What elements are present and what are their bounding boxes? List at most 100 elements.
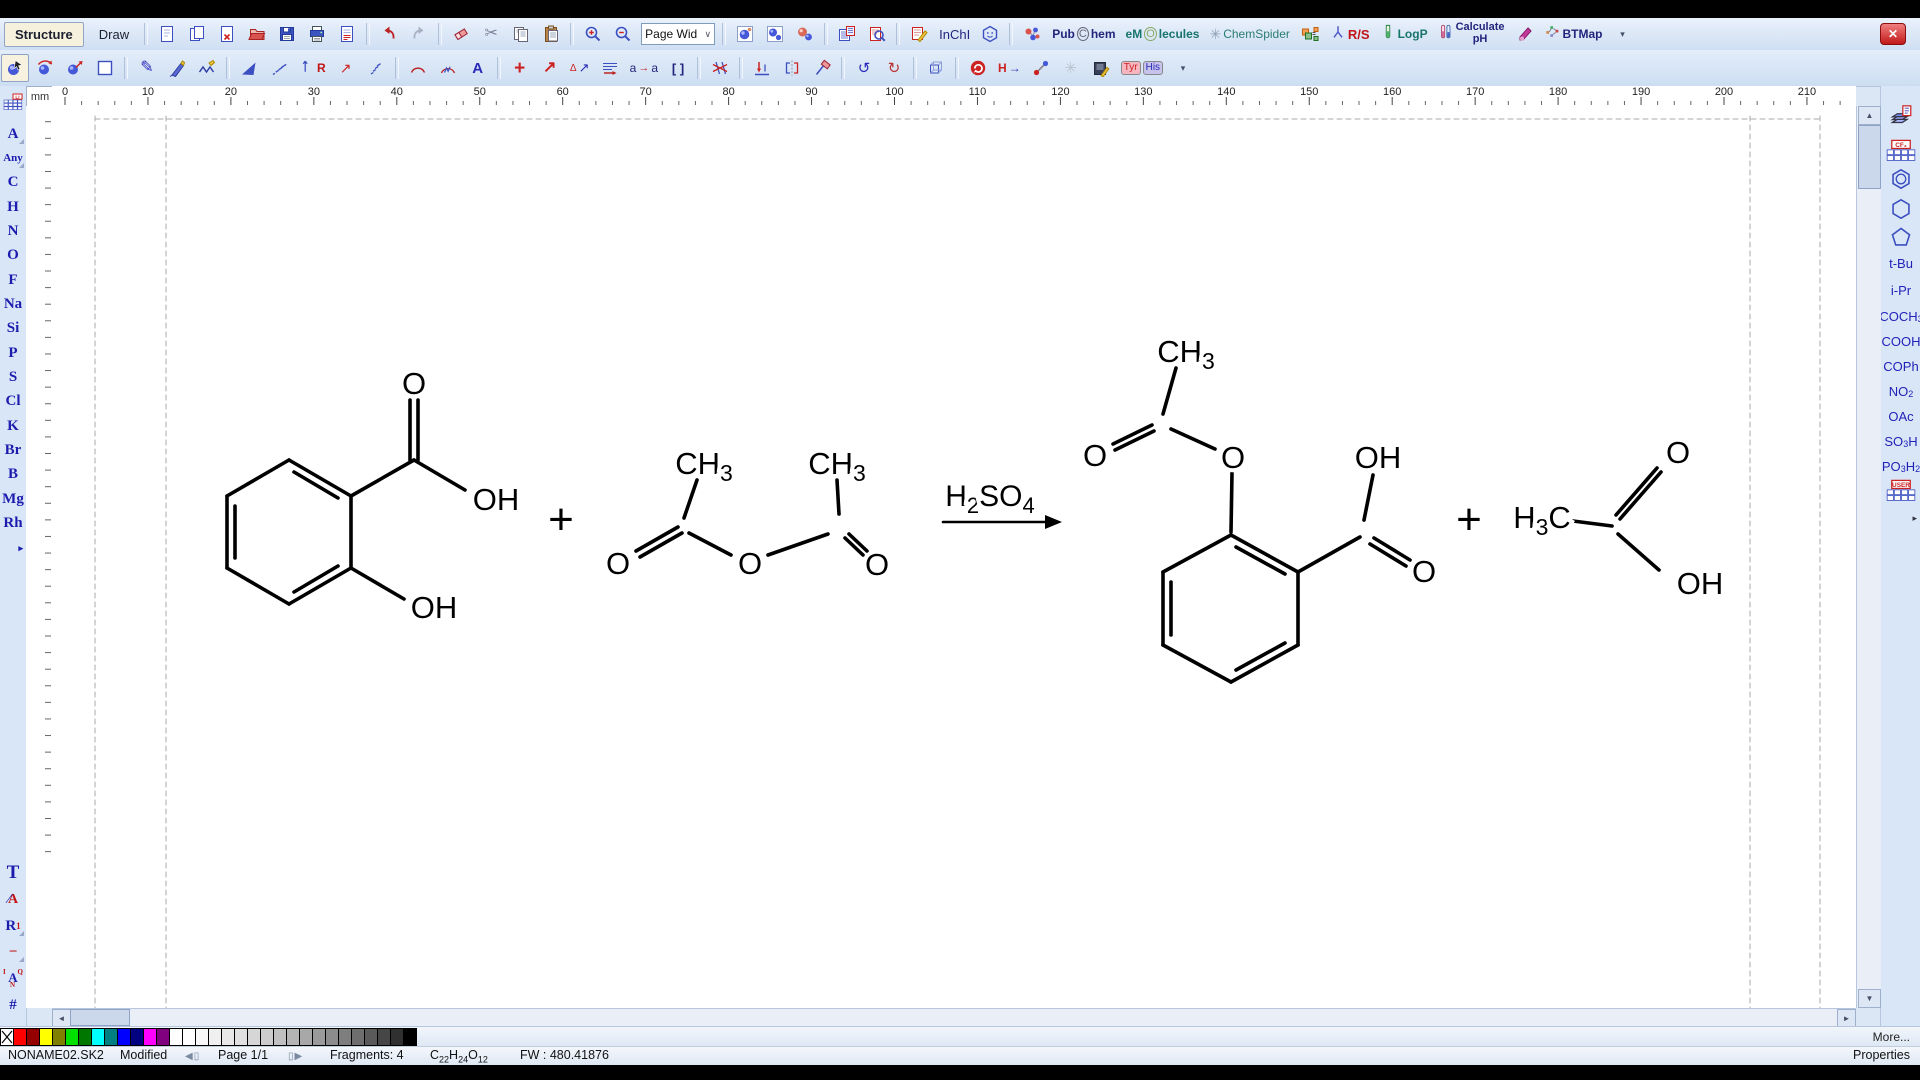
btmap-button[interactable]: BTMap [1541, 20, 1607, 48]
draw-chain-tool[interactable] [193, 54, 221, 82]
color-swatch-23[interactable] [313, 1028, 326, 1046]
tab-draw[interactable]: Draw [88, 22, 140, 47]
numbering-tool[interactable]: # [0, 993, 26, 1017]
color-swatch-21[interactable] [287, 1028, 300, 1046]
color-swatch-17[interactable] [235, 1028, 248, 1046]
color-swatch-26[interactable] [352, 1028, 365, 1046]
color-swatch-22[interactable] [300, 1028, 313, 1046]
arc-direction-tool[interactable] [434, 54, 462, 82]
color-swatch-20[interactable] [274, 1028, 287, 1046]
group-po3h2-button[interactable]: PO 3 H 2 [1881, 453, 1920, 479]
text-tool[interactable]: T [0, 861, 26, 885]
erase-button[interactable] [447, 20, 475, 48]
molecule-salicylic-acid[interactable]: O OH OH [225, 362, 523, 629]
reaction-scheme-tool[interactable] [596, 54, 624, 82]
search-3d-button[interactable] [1018, 20, 1046, 48]
element-button-n[interactable]: N [0, 219, 26, 243]
bond-eraser-tool[interactable] [808, 54, 836, 82]
color-swatch-10[interactable] [144, 1028, 157, 1046]
vertical-scroll-thumb[interactable] [1858, 125, 1881, 189]
generate-inchi-button[interactable]: InChI [935, 20, 974, 48]
element-button-o[interactable]: O [0, 244, 26, 268]
view-cube-tool[interactable] [922, 54, 950, 82]
undefined-bond-tool[interactable] [362, 54, 390, 82]
group-coph-button[interactable]: COPh [1881, 353, 1920, 379]
undo-button[interactable] [375, 20, 403, 48]
group-ipr-button[interactable]: i-Pr [1881, 277, 1920, 303]
color-swatch-11[interactable] [157, 1028, 170, 1046]
pubchem-button[interactable]: Pub Chem [1048, 20, 1119, 48]
map-atoms-tool[interactable]: a → a [626, 54, 662, 82]
wedge-bond-tool[interactable] [235, 54, 263, 82]
rotate-tool[interactable]: ↺ [850, 54, 878, 82]
element-button-h[interactable]: H [0, 195, 26, 219]
radicals-table-button[interactable] [1881, 102, 1920, 128]
element-button-a[interactable]: A [0, 122, 26, 146]
atom-query-tool[interactable]: AIQN [0, 966, 26, 990]
new-window-button[interactable] [183, 20, 211, 48]
color-swatch-29[interactable] [391, 1028, 404, 1046]
group-coch3-button[interactable]: COCH3 [1879, 303, 1920, 329]
properties-button[interactable]: Properties [1853, 1048, 1910, 1062]
save-button[interactable] [273, 20, 301, 48]
color-swatch-30[interactable] [404, 1028, 417, 1046]
reaction-arrow[interactable]: H2SO4 [941, 476, 1062, 529]
toolbar-options-button[interactable]: ▾ [1169, 54, 1197, 82]
delete-bonds-tool[interactable] [706, 54, 734, 82]
next-page-button[interactable]: ▯▶ [288, 1048, 303, 1062]
new-document-button[interactable] [153, 20, 181, 48]
element-button-p[interactable]: P [0, 341, 26, 365]
stereo-rs-button[interactable]: R/S [1326, 20, 1374, 48]
element-button-cl[interactable]: Cl [0, 390, 26, 414]
color-swatch-28[interactable] [378, 1028, 391, 1046]
smiles-button[interactable] [976, 20, 1004, 48]
color-swatch-13[interactable] [183, 1028, 196, 1046]
element-button-br[interactable]: Br [0, 439, 26, 463]
panel-expander[interactable]: ▸ [1881, 505, 1920, 531]
color-swatch-19[interactable] [261, 1028, 274, 1046]
color-swatch-2[interactable] [40, 1028, 53, 1046]
element-button-b[interactable]: B [0, 463, 26, 487]
color-swatch-9[interactable] [131, 1028, 144, 1046]
generate-name-button[interactable] [905, 20, 933, 48]
group-oac-button[interactable]: OAc [1881, 403, 1920, 429]
reaction-arrow-tool[interactable]: ↗ [536, 54, 564, 82]
element-button-rh[interactable]: Rh [0, 512, 26, 536]
brackets-tool[interactable]: [ ] [664, 54, 692, 82]
horizontal-scrollbar[interactable]: ◄ ► [52, 1008, 1856, 1027]
color-swatch-3[interactable] [53, 1028, 66, 1046]
tab-structure[interactable]: Structure [4, 21, 84, 47]
print-button[interactable] [303, 20, 331, 48]
flip-tool[interactable] [778, 54, 806, 82]
vertical-scrollbar[interactable]: ▲ ▼ [1856, 106, 1881, 1008]
toolbar-options-button[interactable]: ▾ [1609, 20, 1637, 48]
view-3d-button[interactable] [731, 20, 759, 48]
color-swatch-14[interactable] [196, 1028, 209, 1046]
zoom-out-button[interactable] [609, 20, 637, 48]
group-no2-button[interactable]: NO 2 [1881, 378, 1920, 404]
color-swatch-0[interactable] [14, 1028, 27, 1046]
cyclohexane-template-button[interactable] [1881, 196, 1920, 222]
molecule-acetic-acid[interactable]: H3C O OH [1509, 431, 1727, 605]
clean-structure-button[interactable] [964, 54, 992, 82]
add-hydrogens-button[interactable]: H → [994, 54, 1025, 82]
draw-continuous-tool[interactable] [163, 54, 191, 82]
peptide-tool[interactable]: Tyr His [1117, 54, 1167, 82]
element-button-any[interactable]: Any [0, 146, 26, 170]
color-swatch-4[interactable] [66, 1028, 79, 1046]
molecule-acetic-anhydride[interactable]: CH3 CH3 O O O [602, 442, 893, 586]
redo-button[interactable] [405, 20, 433, 48]
color-swatch-16[interactable] [222, 1028, 235, 1046]
arrow-bond-tool[interactable]: ↗ [332, 54, 360, 82]
group-cooh-button[interactable]: COOH [1881, 328, 1920, 354]
color-swatch-24[interactable] [326, 1028, 339, 1046]
scroll-down-button[interactable]: ▼ [1858, 989, 1881, 1008]
select-lasso-tool[interactable] [61, 54, 89, 82]
periodic-table-button[interactable]: Li [0, 90, 26, 114]
rotate-3d-tool[interactable]: ↻ [880, 54, 908, 82]
dictionary-button[interactable] [833, 20, 861, 48]
stereo-bond-tool[interactable]: R [295, 54, 330, 82]
arc-tool[interactable] [404, 54, 432, 82]
color-swatch-18[interactable] [248, 1028, 261, 1046]
atom-label-tool[interactable]: A [464, 54, 492, 82]
